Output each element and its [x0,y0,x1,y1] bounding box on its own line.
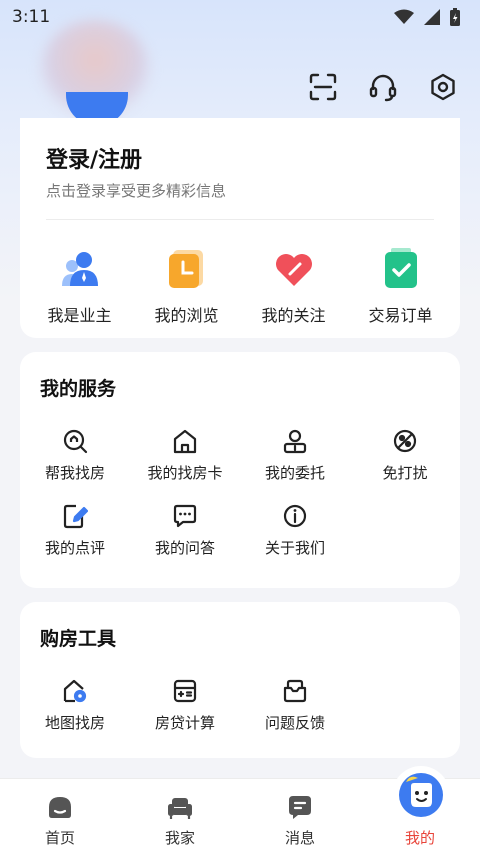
info-icon [283,504,307,528]
quick-item-label: 我是业主 [47,306,112,325]
quick-item-label: 我的浏览 [154,306,219,325]
service-label: 免打扰 [382,464,428,482]
my-services-card: 我的服务 帮我找房 我的找房卡 我的委托 免打扰 我的点评 我的问答 关于我们 [20,352,460,588]
tool-label: 地图找房 [44,714,105,732]
settings-hex-icon[interactable] [426,70,460,104]
quick-item-follow[interactable]: 我的关注 [244,246,344,326]
map-home-icon [63,679,87,703]
home-icon [49,797,71,818]
order-icon [384,248,417,288]
house-card-icon [173,429,197,454]
tab-mine-bubble[interactable] [392,766,450,824]
tool-label: 问题反馈 [264,714,325,732]
signal-icon [424,9,440,25]
divider [46,219,434,220]
calculator-icon [173,679,197,703]
quick-item-owner[interactable]: 我是业主 [30,246,130,326]
section-title: 购房工具 [40,628,117,650]
service-label: 关于我们 [264,539,325,557]
tab-label: 消息 [284,829,315,847]
status-icons [394,8,460,26]
service-label: 帮我找房 [44,464,105,482]
sofa-icon [168,798,192,819]
tab-messages[interactable]: 消息 [240,779,360,853]
service-find-home[interactable]: 帮我找房 [20,428,130,483]
quick-actions-row: 我是业主 我的浏览 我的关注 交易订单 [20,246,460,326]
feedback-icon [283,679,307,703]
service-label: 我的点评 [44,539,105,557]
quick-item-label: 交易订单 [368,306,433,325]
tool-mortgage-calc[interactable]: 房贷计算 [130,678,240,733]
service-qa[interactable]: 我的问答 [130,503,240,558]
tab-label: 我的 [404,829,435,847]
tool-feedback[interactable]: 问题反馈 [240,678,350,733]
edit-icon [63,504,88,529]
services-grid: 帮我找房 我的找房卡 我的委托 免打扰 我的点评 我的问答 关于我们 [20,428,460,558]
status-time: 3:11 [12,7,51,27]
header-actions [306,70,460,104]
login-subtitle[interactable]: 点击登录享受更多精彩信息 [46,180,226,201]
service-entrust[interactable]: 我的委托 [240,428,350,483]
service-dnd[interactable]: 免打扰 [350,428,460,483]
login-title[interactable]: 登录/注册 [46,142,142,174]
mascot-icon [399,773,443,817]
tab-label: 首页 [44,829,75,847]
quick-item-label: 我的关注 [261,306,326,325]
tool-map-search[interactable]: 地图找房 [20,678,130,733]
find-home-icon [63,429,88,454]
status-bar: 3:11 [0,0,480,34]
do-not-disturb-icon [393,429,417,453]
tool-label: 房贷计算 [154,714,215,732]
scan-icon[interactable] [306,70,340,104]
history-icon [168,250,203,288]
service-house-card[interactable]: 我的找房卡 [130,428,240,483]
quick-item-orders[interactable]: 交易订单 [351,246,451,326]
tab-home[interactable]: 首页 [0,779,120,853]
service-about[interactable]: 关于我们 [240,503,350,558]
tab-label: 我家 [164,829,195,847]
headset-icon[interactable] [366,70,400,104]
service-label: 我的问答 [154,539,215,557]
service-label: 我的找房卡 [147,464,223,482]
wifi-icon [394,9,414,24]
home-buying-tools-card: 购房工具 地图找房 房贷计算 问题反馈 [20,602,460,758]
section-title: 我的服务 [40,378,117,400]
battery-icon [450,8,460,26]
service-label: 我的委托 [264,464,325,482]
quick-item-history[interactable]: 我的浏览 [137,246,237,326]
tab-my-home[interactable]: 我家 [120,779,240,853]
tools-grid: 地图找房 房贷计算 问题反馈 [20,678,460,733]
message-icon [289,796,311,819]
person-icon [283,429,307,454]
login-card: 登录/注册 点击登录享受更多精彩信息 我是业主 我的浏览 我的关注 交易订单 [20,118,460,338]
service-review[interactable]: 我的点评 [20,503,130,558]
heart-icon [275,254,312,286]
owner-icon [61,252,98,286]
chat-icon [173,504,197,528]
